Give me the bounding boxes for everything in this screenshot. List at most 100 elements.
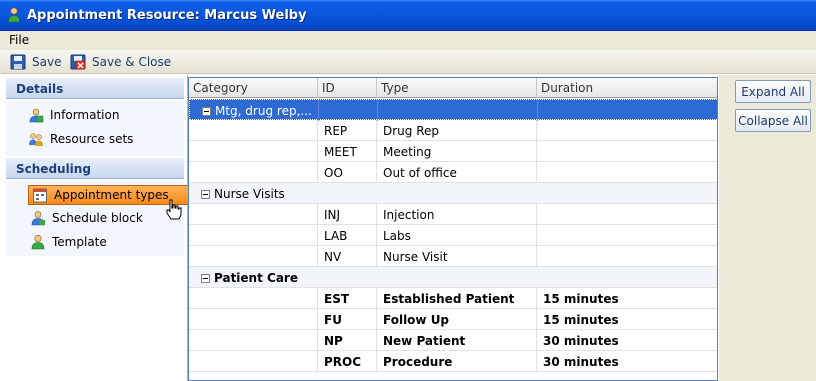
collapse-icon[interactable]	[201, 274, 210, 283]
collapse-all-button[interactable]: Collapse All	[735, 109, 811, 132]
save-close-label: Save & Close	[92, 55, 172, 69]
nav-item-label: Information	[50, 108, 120, 122]
id-cell: NP	[318, 330, 377, 351]
navigation-pane: Details Information Resource sets Schedu…	[0, 75, 190, 381]
category-cell	[189, 120, 318, 141]
column-header-type[interactable]: Type	[377, 78, 537, 98]
title-bar: Appointment Resource: Marcus Welby	[0, 0, 816, 31]
type-cell: New Patient	[377, 330, 537, 351]
id-cell: EST	[318, 288, 377, 309]
table-row[interactable]: OO Out of office	[189, 162, 717, 183]
nav-item-label: Template	[52, 235, 107, 249]
group-name: Nurse Visits	[214, 187, 285, 201]
duration-cell	[537, 141, 717, 162]
collapse-icon[interactable]	[201, 190, 210, 199]
appointment-types-grid: Category ID Type Duration Mtg, drug rep,…	[188, 77, 718, 381]
id-cell	[319, 100, 378, 121]
calendar-icon	[33, 188, 47, 203]
save-close-button[interactable]: Save & Close	[70, 53, 171, 71]
id-cell: MEET	[318, 141, 377, 162]
save-label: Save	[32, 55, 62, 69]
type-cell: Meeting	[377, 141, 537, 162]
group-name: Patient Care	[214, 271, 298, 285]
id-cell: REP	[318, 120, 377, 141]
hand-cursor-icon	[166, 199, 182, 220]
collapse-icon[interactable]	[202, 107, 211, 116]
actions-pane: Expand All Collapse All	[719, 75, 816, 381]
type-cell: Injection	[377, 204, 537, 225]
group-cell: Patient Care	[189, 267, 389, 288]
table-row[interactable]: NP New Patient 30 minutes	[189, 330, 717, 351]
group-row[interactable]: Mtg, drug rep,...	[189, 99, 717, 121]
column-header-duration[interactable]: Duration	[537, 78, 717, 98]
type-cell: Established Patient	[377, 288, 537, 309]
id-cell: NV	[318, 246, 377, 267]
nav-item-schedule-block[interactable]: Schedule block	[30, 208, 143, 228]
duration-cell	[537, 162, 717, 183]
column-header-category[interactable]: Category	[189, 78, 318, 98]
table-row[interactable]: FU Follow Up 15 minutes	[189, 309, 717, 330]
window-title: Appointment Resource: Marcus Welby	[27, 8, 307, 23]
group-row[interactable]: Patient Care	[189, 267, 717, 288]
category-cell	[189, 246, 318, 267]
table-row[interactable]: INJ Injection	[189, 204, 717, 225]
table-row[interactable]: MEET Meeting	[189, 141, 717, 162]
category-cell	[189, 141, 318, 162]
nav-item-resource-sets[interactable]: Resource sets	[28, 129, 133, 149]
type-cell: Out of office	[377, 162, 537, 183]
group-row[interactable]: Nurse Visits	[189, 183, 717, 204]
nav-item-information[interactable]: Information	[28, 105, 119, 125]
category-cell	[189, 288, 318, 309]
category-cell	[189, 351, 318, 372]
menu-file[interactable]: File	[9, 33, 29, 47]
person-icon	[31, 234, 45, 250]
type-cell: Nurse Visit	[377, 246, 537, 267]
duration-cell: 30 minutes	[543, 334, 619, 348]
menu-bar: File	[0, 31, 816, 50]
type-cell	[378, 100, 538, 121]
id-cell: INJ	[318, 204, 377, 225]
duration-cell	[537, 120, 717, 141]
duration-cell	[537, 246, 717, 267]
group-cell: Mtg, drug rep,...	[190, 100, 319, 121]
scheduling-header[interactable]: Scheduling	[6, 158, 184, 179]
id-cell: FU	[318, 309, 377, 330]
category-cell	[189, 309, 318, 330]
resource-sets-icon	[29, 133, 43, 146]
table-row[interactable]: EST Established Patient 15 minutes	[189, 288, 717, 309]
table-row[interactable]: NV Nurse Visit	[189, 246, 717, 267]
details-group: Information Resource sets	[6, 100, 184, 156]
nav-item-label: Appointment types	[54, 188, 169, 202]
category-cell	[189, 204, 318, 225]
scheduling-group: Appointment types Schedule block Templat…	[6, 180, 190, 256]
duration-cell	[537, 225, 717, 246]
column-header-id[interactable]: ID	[318, 78, 377, 98]
details-header[interactable]: Details	[6, 78, 184, 99]
table-row[interactable]: REP Drug Rep	[189, 120, 717, 141]
schedule-block-icon	[31, 211, 45, 226]
information-icon	[29, 108, 44, 123]
nav-item-label: Schedule block	[52, 211, 143, 225]
expand-all-button[interactable]: Expand All	[735, 80, 811, 103]
person-icon	[8, 7, 20, 23]
type-cell: Procedure	[377, 351, 537, 372]
duration-cell: 30 minutes	[543, 355, 619, 369]
id-cell: OO	[318, 162, 377, 183]
table-row[interactable]: LAB Labs	[189, 225, 717, 246]
duration-cell: 15 minutes	[543, 313, 619, 327]
category-cell	[189, 330, 318, 351]
type-cell: Follow Up	[377, 309, 537, 330]
table-row[interactable]: PROC Procedure 30 minutes	[189, 351, 717, 372]
duration-cell	[537, 204, 717, 225]
id-cell: LAB	[318, 225, 377, 246]
save-close-icon	[70, 54, 86, 70]
category-cell	[189, 162, 318, 183]
save-button[interactable]: Save	[10, 53, 61, 71]
nav-item-label: Resource sets	[50, 132, 134, 146]
nav-item-template[interactable]: Template	[30, 232, 107, 252]
duration-cell: 15 minutes	[543, 292, 619, 306]
floppy-disk-icon	[10, 54, 26, 70]
type-cell: Labs	[377, 225, 537, 246]
type-cell: Drug Rep	[377, 120, 537, 141]
toolbar: Save Save & Close	[0, 50, 816, 74]
